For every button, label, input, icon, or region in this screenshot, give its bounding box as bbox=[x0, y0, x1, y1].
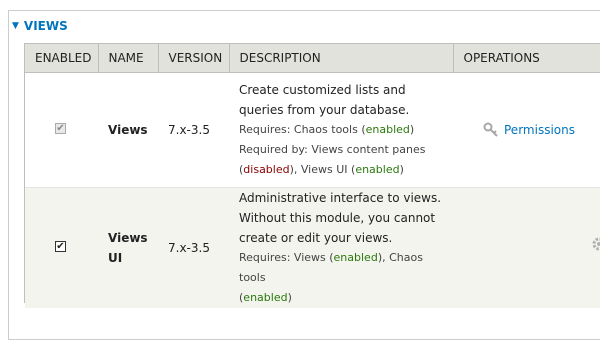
requires-line: Requires: Chaos tools (enabled) bbox=[239, 120, 443, 140]
module-name-line: Views bbox=[108, 230, 148, 245]
triangle-down-icon: ▼ bbox=[12, 21, 19, 31]
checkmark-icon: ✔ bbox=[56, 240, 65, 252]
permissions-link[interactable]: Permissions bbox=[483, 122, 600, 138]
enabled-checkbox[interactable]: ✔ bbox=[55, 122, 66, 134]
description-line: Administrative interface to views. bbox=[239, 190, 442, 205]
enabled-checkbox[interactable]: ✔ bbox=[55, 240, 66, 252]
version-cell: 7.x-3.5 bbox=[158, 187, 229, 308]
requires-status-line: (enabled) bbox=[239, 288, 443, 308]
enabled-cell: ✔ bbox=[25, 72, 98, 188]
column-header-version: VERSION bbox=[158, 44, 230, 73]
status-disabled: disabled bbox=[243, 162, 290, 176]
required-by-line: Required by: Views content panes bbox=[239, 142, 426, 156]
table-row: ✔ Views UI 7.x-3.5 Administrative interf… bbox=[25, 187, 600, 308]
name-cell: Views bbox=[98, 72, 158, 188]
requires-suffix: ) bbox=[409, 122, 415, 136]
column-header-operations: OPERATIONS bbox=[453, 44, 600, 73]
column-header-enabled: ENABLED bbox=[25, 44, 99, 73]
operations-cell bbox=[453, 187, 600, 308]
description-line: Create customized lists and bbox=[239, 82, 406, 97]
checkmark-icon: ✔ bbox=[56, 122, 65, 134]
required-by-mid: ), Views UI ( bbox=[289, 162, 356, 176]
status-enabled: enabled bbox=[243, 290, 288, 304]
enabled-cell: ✔ bbox=[25, 187, 98, 308]
gear-icon[interactable] bbox=[591, 236, 600, 252]
description-cell: Administrative interface to views. Witho… bbox=[229, 187, 453, 308]
description-line: Without this module, you cannot bbox=[239, 210, 436, 225]
requires-prefix: Requires: Views ( bbox=[239, 250, 334, 264]
version-cell: 7.x-3.5 bbox=[158, 72, 229, 188]
module-name-line: UI bbox=[108, 250, 123, 265]
section-title: VIEWS bbox=[23, 19, 68, 33]
permissions-label: Permissions bbox=[504, 122, 575, 137]
description-line: queries from your database. bbox=[239, 102, 410, 117]
description-line: create or edit your views. bbox=[239, 230, 393, 245]
table-row: ✔ Views 7.x-3.5 Create customized lists … bbox=[25, 72, 600, 188]
operations-cell: Permissions bbox=[453, 72, 600, 188]
requires-prefix: Requires: Chaos tools ( bbox=[239, 122, 366, 136]
status-enabled: enabled bbox=[365, 122, 410, 136]
paren-close: ) bbox=[399, 162, 404, 176]
required-by-status-line: (disabled), Views UI (enabled) bbox=[239, 160, 443, 180]
requires-line: Requires: Views (enabled), Chaos tools bbox=[239, 248, 443, 288]
name-cell: Views UI bbox=[98, 187, 158, 308]
modules-table: ENABLED NAME VERSION DESCRIPTION OPERATI… bbox=[25, 44, 600, 308]
module-name: Views bbox=[108, 122, 148, 137]
status-enabled: enabled bbox=[333, 250, 378, 264]
key-icon bbox=[483, 122, 498, 137]
table-header-row: ENABLED NAME VERSION DESCRIPTION OPERATI… bbox=[25, 44, 600, 73]
description-cell: Create customized lists and queries from… bbox=[229, 72, 453, 188]
section-toggle[interactable]: ▼ VIEWS bbox=[12, 19, 70, 33]
modules-table-wrapper: ENABLED NAME VERSION DESCRIPTION OPERATI… bbox=[24, 43, 600, 308]
status-enabled: enabled bbox=[355, 162, 400, 176]
column-header-description: DESCRIPTION bbox=[229, 44, 454, 73]
column-header-name: NAME bbox=[98, 44, 159, 73]
paren-close: ) bbox=[287, 290, 292, 304]
